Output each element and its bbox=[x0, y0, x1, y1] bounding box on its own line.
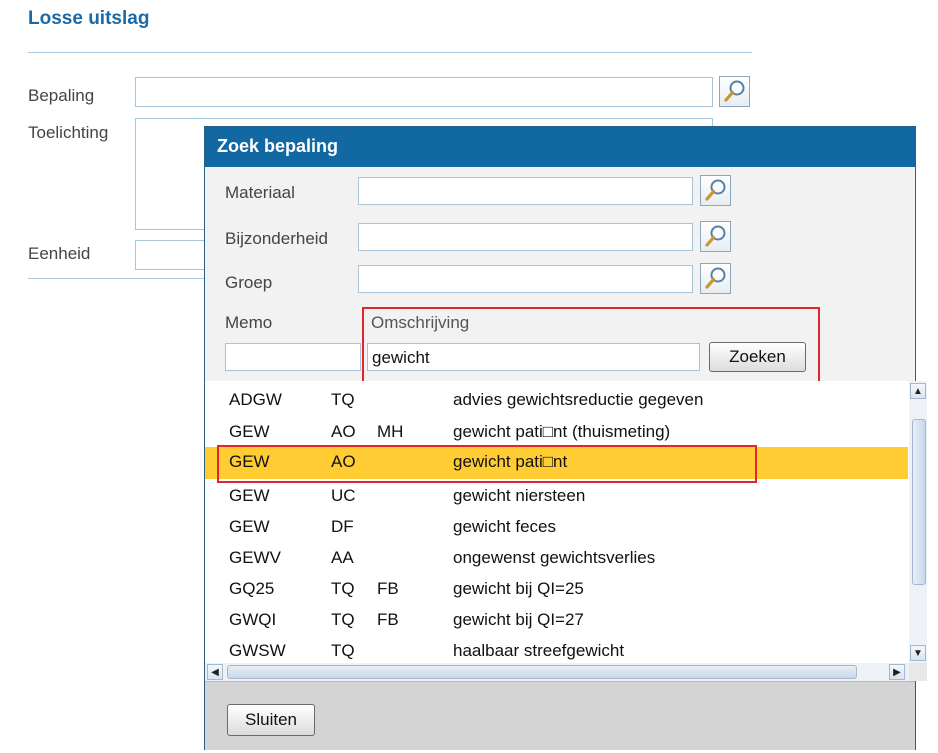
result-material: UC bbox=[331, 486, 356, 505]
result-description: gewicht niersteen bbox=[453, 486, 586, 505]
result-material: TQ bbox=[331, 579, 355, 598]
magnifier-icon bbox=[705, 267, 726, 289]
omschrijving-input[interactable]: gewicht bbox=[367, 343, 700, 371]
result-description: gewicht bij QI=25 bbox=[453, 579, 584, 598]
magnifier-icon bbox=[705, 179, 726, 201]
result-extra: FB bbox=[377, 610, 399, 629]
bepaling-input[interactable] bbox=[135, 77, 713, 107]
eenheid-label: Eenheid bbox=[28, 244, 91, 263]
result-extra: MH bbox=[377, 422, 404, 441]
groep-lookup-button[interactable] bbox=[700, 263, 731, 294]
list-item[interactable]: GQ25 TQ FB gewicht bij QI=25 bbox=[205, 574, 908, 605]
vertical-scroll-thumb[interactable] bbox=[912, 419, 926, 585]
arrow-up-icon[interactable]: ▲ bbox=[910, 383, 926, 399]
result-code: GEW bbox=[229, 517, 270, 536]
result-material: TQ bbox=[331, 641, 355, 660]
result-description: gewicht feces bbox=[453, 517, 556, 536]
materiaal-label: Materiaal bbox=[225, 183, 295, 202]
result-description: gewicht pati□nt (thuismeting) bbox=[453, 422, 671, 441]
arrow-left-icon[interactable]: ◀ bbox=[207, 664, 223, 680]
groep-input[interactable] bbox=[358, 265, 693, 293]
result-description: advies gewichtsreductie gegeven bbox=[453, 390, 704, 409]
dialog-title: Zoek bepaling bbox=[217, 136, 339, 156]
result-description: haalbaar streefgewicht bbox=[453, 641, 625, 660]
magnifier-icon bbox=[705, 225, 726, 247]
list-item[interactable]: ADGW TQ advies gewichtsreductie gegeven bbox=[205, 385, 908, 416]
list-item[interactable]: GEW AO MH gewicht pati□nt (thuismeting) bbox=[205, 417, 908, 448]
result-code: GEW bbox=[229, 486, 270, 505]
result-code: GWSW bbox=[229, 641, 286, 660]
bijzonderheid-lookup-button[interactable] bbox=[700, 221, 731, 252]
selection-highlight bbox=[217, 445, 757, 483]
omschrijving-label: Omschrijving bbox=[371, 313, 470, 332]
dialog-search-form: Materiaal Bijzonderheid Groep Memo Omsch… bbox=[205, 167, 915, 383]
results-list: ADGW TQ advies gewichtsreductie gegeven … bbox=[205, 381, 915, 681]
horizontal-scroll-thumb[interactable] bbox=[227, 665, 857, 679]
section-title: Losse uitslag bbox=[28, 8, 150, 29]
materiaal-input[interactable] bbox=[358, 177, 693, 205]
magnifier-icon bbox=[724, 80, 745, 102]
list-item[interactable]: GEWV AA ongewenst gewichtsverlies bbox=[205, 543, 908, 574]
memo-input[interactable] bbox=[225, 343, 361, 371]
result-code: GEWV bbox=[229, 548, 281, 567]
sluiten-button[interactable]: Sluiten bbox=[227, 704, 315, 736]
zoek-bepaling-dialog: Zoek bepaling Materiaal Bijzonderheid Gr… bbox=[204, 126, 927, 750]
title-divider bbox=[28, 52, 752, 53]
result-extra: FB bbox=[377, 579, 399, 598]
result-description: ongewenst gewichtsverlies bbox=[453, 548, 656, 567]
dialog-footer: Sluiten bbox=[205, 681, 915, 750]
zoeken-button[interactable]: Zoeken bbox=[709, 342, 806, 372]
materiaal-lookup-button[interactable] bbox=[700, 175, 731, 206]
form-divider bbox=[28, 278, 208, 279]
arrow-right-icon[interactable]: ▶ bbox=[889, 664, 905, 680]
bijzonderheid-input[interactable] bbox=[358, 223, 693, 251]
arrow-down-icon[interactable]: ▼ bbox=[910, 645, 926, 661]
result-material: AO bbox=[331, 422, 356, 441]
result-material: TQ bbox=[331, 390, 355, 409]
bijzonderheid-label: Bijzonderheid bbox=[225, 229, 329, 248]
result-material: DF bbox=[331, 517, 354, 536]
result-code: GQ25 bbox=[229, 579, 275, 598]
dialog-header: Zoek bepaling bbox=[205, 127, 915, 167]
list-item[interactable]: GEW DF gewicht feces bbox=[205, 512, 908, 543]
result-description: gewicht bij QI=27 bbox=[453, 610, 584, 629]
list-item[interactable]: GEW UC gewicht niersteen bbox=[205, 481, 908, 512]
list-item[interactable]: GWQI TQ FB gewicht bij QI=27 bbox=[205, 605, 908, 636]
result-material: AA bbox=[331, 548, 354, 567]
result-material: TQ bbox=[331, 610, 355, 629]
result-code: GWQI bbox=[229, 610, 277, 629]
bepaling-lookup-button[interactable] bbox=[719, 76, 750, 107]
result-code: ADGW bbox=[229, 390, 282, 409]
scrollbar-corner bbox=[909, 663, 927, 681]
memo-label: Memo bbox=[225, 313, 273, 332]
groep-label: Groep bbox=[225, 273, 273, 292]
result-code: GEW bbox=[229, 422, 270, 441]
toelichting-label: Toelichting bbox=[28, 123, 109, 142]
bepaling-label: Bepaling bbox=[28, 86, 95, 105]
